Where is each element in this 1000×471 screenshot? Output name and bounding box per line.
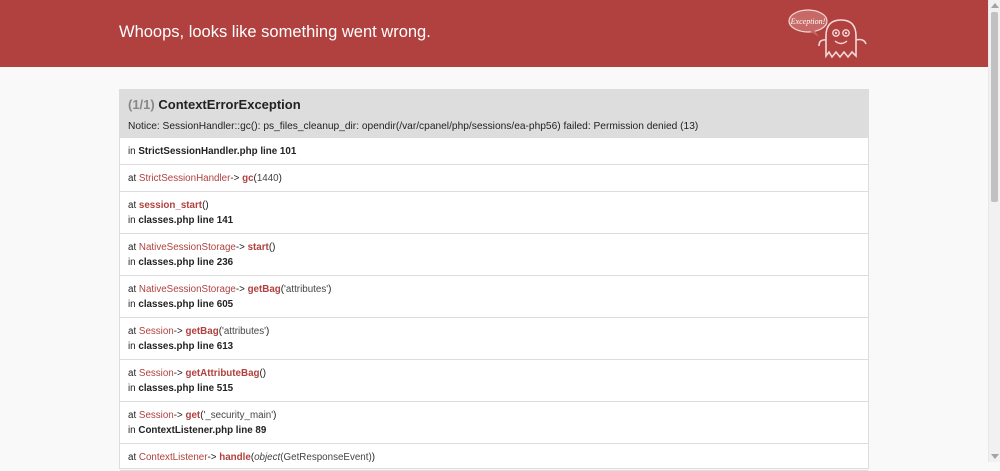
trace-in-label: in: [128, 146, 136, 157]
trace-item: at Session-> getBag('attributes') in cla…: [120, 318, 868, 360]
trace-arrow: ->: [173, 410, 183, 421]
trace-at-label: at: [128, 410, 137, 421]
trace-argument: 1440: [256, 173, 279, 184]
trace-file: classes.php line 515: [138, 383, 234, 394]
trace-function: gc: [242, 173, 254, 184]
trace-item: at session_start() in classes.php line 1…: [120, 192, 868, 234]
trace-at-label: at: [128, 326, 137, 337]
trace-arrow: ->: [207, 452, 217, 463]
scroll-up-icon[interactable]: [991, 3, 999, 8]
trace-arrow: ->: [235, 284, 245, 295]
trace-item: at Session-> get('_security_main') in Co…: [120, 402, 868, 444]
trace-paren: (): [259, 368, 267, 379]
trace-file: classes.php line 613: [138, 341, 234, 352]
trace-function: getAttributeBag: [185, 368, 260, 379]
trace-file: classes.php line 141: [138, 215, 234, 226]
trace-at-label: at: [128, 242, 137, 253]
trace-in-label: in: [128, 383, 136, 394]
trace-argument-type: object: [254, 452, 281, 463]
trace-function: get: [185, 410, 201, 421]
exception-message: Notice: SessionHandler::gc(): ps_files_c…: [128, 121, 699, 132]
trace-paren: (): [202, 200, 209, 211]
exception-name: ContextErrorException: [158, 97, 301, 112]
exception-title: (1/1) ContextErrorException: [128, 97, 860, 113]
trace-class: Session: [138, 410, 174, 421]
exception-ghost-icon: Exception!: [788, 9, 867, 59]
trace-arrow: ->: [235, 242, 245, 253]
page-title: Whoops, looks like something went wrong.: [119, 23, 431, 41]
trace-file: ContextListener.php line 89: [138, 425, 267, 436]
scroll-down-icon[interactable]: [991, 454, 999, 459]
trace-class: NativeSessionStorage: [138, 242, 236, 253]
trace-class: NativeSessionStorage: [138, 284, 236, 295]
trace-item: in StrictSessionHandler.php line 101: [120, 138, 868, 165]
trace-function: session_start: [138, 200, 203, 211]
trace-paren: (): [268, 242, 276, 253]
trace-in-label: in: [128, 257, 136, 268]
trace-item: at ContextListener-> handle(object(GetRe…: [120, 444, 868, 471]
scroll-thumb[interactable]: [991, 12, 998, 202]
trace-argument: '_security_main': [203, 410, 274, 421]
trace-argument: 'attributes': [284, 284, 329, 295]
trace-paren: ): [278, 173, 282, 184]
trace-function: handle: [219, 452, 251, 463]
trace-in-label: in: [128, 425, 136, 436]
trace-paren: ): [273, 410, 277, 421]
trace-class: ContextListener: [138, 452, 208, 463]
mascot-label: Exception!: [790, 17, 826, 26]
trace-function: start: [247, 242, 269, 253]
exception-panel: (1/1) ContextErrorException Notice: Sess…: [119, 89, 869, 471]
trace-class: Session: [138, 368, 174, 379]
trace-class: StrictSessionHandler: [138, 173, 231, 184]
trace-file: classes.php line 236: [138, 257, 234, 268]
trace-arrow: ->: [173, 326, 183, 337]
trace-arrow: ->: [230, 173, 240, 184]
trace-file: StrictSessionHandler.php line 101: [138, 146, 297, 157]
trace-at-label: at: [128, 452, 137, 463]
trace-paren: ): [371, 452, 375, 463]
trace-at-label: at: [128, 173, 137, 184]
vertical-scrollbar[interactable]: [988, 0, 1000, 462]
trace-in-label: in: [128, 215, 136, 226]
trace-argument: (GetResponseEvent): [280, 452, 372, 463]
error-header: Whoops, looks like something went wrong.…: [0, 0, 988, 67]
trace-at-label: at: [128, 284, 137, 295]
trace-paren: ): [266, 326, 270, 337]
trace-file: classes.php line 605: [138, 299, 234, 310]
trace-paren: ): [328, 284, 332, 295]
trace-at-label: at: [128, 200, 137, 211]
trace-at-label: at: [128, 368, 137, 379]
trace-class: Session: [138, 326, 174, 337]
trace-item: at NativeSessionStorage-> getBag('attrib…: [120, 276, 868, 318]
trace-in-label: in: [128, 299, 136, 310]
exception-count: (1/1): [128, 97, 155, 112]
trace-item: at Session-> getAttributeBag() in classe…: [120, 360, 868, 402]
trace-in-label: in: [128, 341, 136, 352]
trace-function: getBag: [185, 326, 219, 337]
trace-item: at StrictSessionHandler-> gc(1440): [120, 165, 868, 192]
trace-function: getBag: [247, 284, 281, 295]
trace-argument: 'attributes': [221, 326, 267, 337]
trace-arrow: ->: [173, 368, 183, 379]
trace-item: at NativeSessionStorage-> start() in cla…: [120, 234, 868, 276]
exception-header: (1/1) ContextErrorException Notice: Sess…: [120, 90, 868, 138]
